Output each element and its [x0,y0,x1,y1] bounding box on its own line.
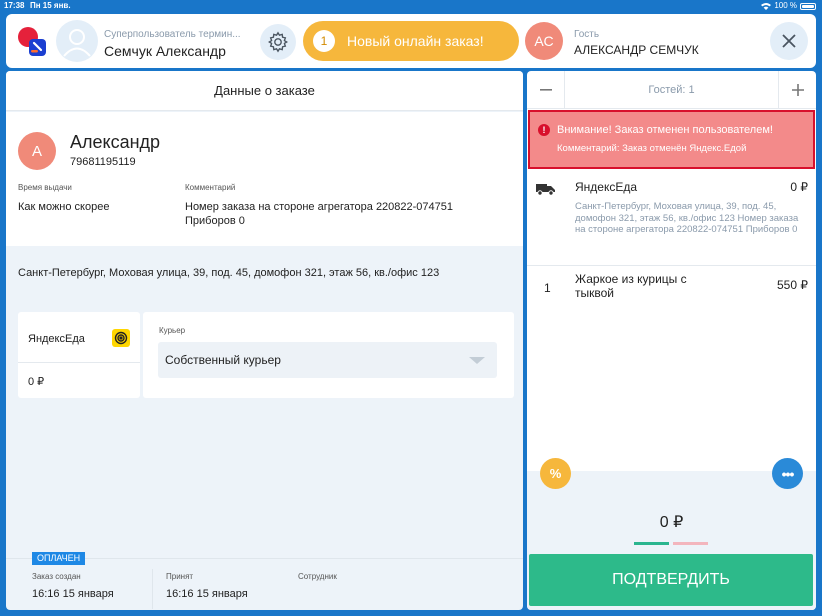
user-name: Семчук Александр [104,43,226,59]
pickup-time-label: Время выдачи [18,183,72,192]
delivery-name: ЯндексЕда [575,180,638,194]
delivery-truck-icon [536,182,556,201]
customer-name: Александр [70,132,161,152]
comment-value: Номер заказа на стороне агрегатора 22082… [185,201,454,227]
status-date: Пн 15 янв. [30,1,71,10]
delivery-price: 0 ₽ [790,180,808,194]
alert-title: Внимание! Заказ отменен пользователем! [557,124,773,136]
minus-button[interactable] [527,71,565,109]
wifi-icon [761,3,772,10]
online-order-label: Новый онлайн заказ! [347,33,484,49]
cart-panel: Гостей: 1 ! Внимание! Заказ отменен поль… [527,71,816,610]
item-name: Жаркое из курицы с тыквой [575,272,687,300]
order-details-title: Данные о заказе [6,71,523,111]
settings-button[interactable] [260,24,296,60]
confirm-button[interactable]: ПОДТВЕРДИТЬ [529,554,813,606]
delivery-row[interactable]: ЯндексЕда 0 ₽ Санкт-Петербург, Моховая у… [527,170,816,266]
guest-avatar: АС [525,22,563,60]
order-footer [6,558,523,610]
item-quantity: 1 [544,281,551,295]
more-icon[interactable]: ••• [772,458,803,489]
item-price: 550 ₽ [777,278,808,292]
pickup-time-value: Как можно скорее [18,201,110,213]
paid-badge: ОПЛАЧЕН [32,552,86,565]
aggregator-name: ЯндексЕда [28,333,85,345]
user-icon[interactable] [56,20,98,62]
discount-icon[interactable]: % [540,458,571,489]
total-indicator-green [634,542,669,545]
employee-label: Сотрудник [298,572,337,581]
header: Суперпользователь термин... Семчук Алекс… [6,14,816,68]
accepted-value: 16:16 15 января [166,588,248,600]
user-role: Суперпользователь термин... [104,29,241,40]
plus-button[interactable] [778,71,816,109]
new-online-order-button[interactable]: 1 Новый онлайн заказ! [303,21,519,61]
accepted-label: Принят [166,572,194,581]
courier-label: Курьер [159,326,186,335]
delivery-address: Санкт-Петербург, Моховая улица, 39, под.… [18,267,440,279]
delivery-details: Санкт-Петербург, Моховая улица, 39, под.… [575,201,799,235]
app-logo-icon [16,24,50,58]
customer-phone[interactable]: 79681195119 [70,156,136,168]
footer-separator [152,569,153,609]
minus-icon [539,89,552,91]
yandex-eda-icon [112,329,130,347]
comment-label: Комментарий [185,183,236,192]
guest-label: Гость [574,29,600,40]
battery-label: 100 % [774,1,797,10]
battery-icon [800,2,816,10]
aggregator-price: 0 ₽ [28,376,45,388]
customer-avatar: А [18,132,56,170]
total-indicator-pink [673,542,708,545]
close-icon [782,34,796,48]
status-time: 17:38 [4,1,25,10]
gear-icon [268,31,288,53]
aggregator-divider [18,362,140,363]
created-label: Заказ создан [32,572,81,581]
created-value: 16:16 15 января [32,588,114,600]
chevron-down-icon [469,357,485,364]
status-bar: 17:38 Пн 15 янв. 100 % [0,0,822,12]
status-right: 100 % [761,0,816,12]
order-details-panel: Данные о заказе А Александр 79681195119 … [6,71,523,610]
guest-counter: Гостей: 1 [527,71,816,109]
alert-comment: Комментарий: Заказ отменён Яндекс.Едой [557,143,747,154]
guest-count: Гостей: 1 [648,84,695,96]
close-button[interactable] [770,22,808,60]
alert-icon: ! [538,124,550,136]
guest-name: АЛЕКСАНДР СЕМЧУК [574,43,699,57]
total-amount: 0 ₽ [659,514,684,531]
courier-box: Курьер Собственный курьер [143,312,514,398]
online-order-count: 1 [313,30,335,52]
plus-icon [791,84,804,96]
cart-item-row[interactable]: 1 Жаркое из курицы с тыквой 550 ₽ [527,267,816,312]
courier-select-value: Собственный курьер [165,353,281,367]
cancel-alert: ! Внимание! Заказ отменен пользователем!… [528,110,815,169]
courier-select[interactable]: Собственный курьер [158,342,497,378]
aggregator-box: ЯндексЕда 0 ₽ [18,312,140,398]
customer-card: А Александр 79681195119 Время выдачи Как… [6,112,523,246]
